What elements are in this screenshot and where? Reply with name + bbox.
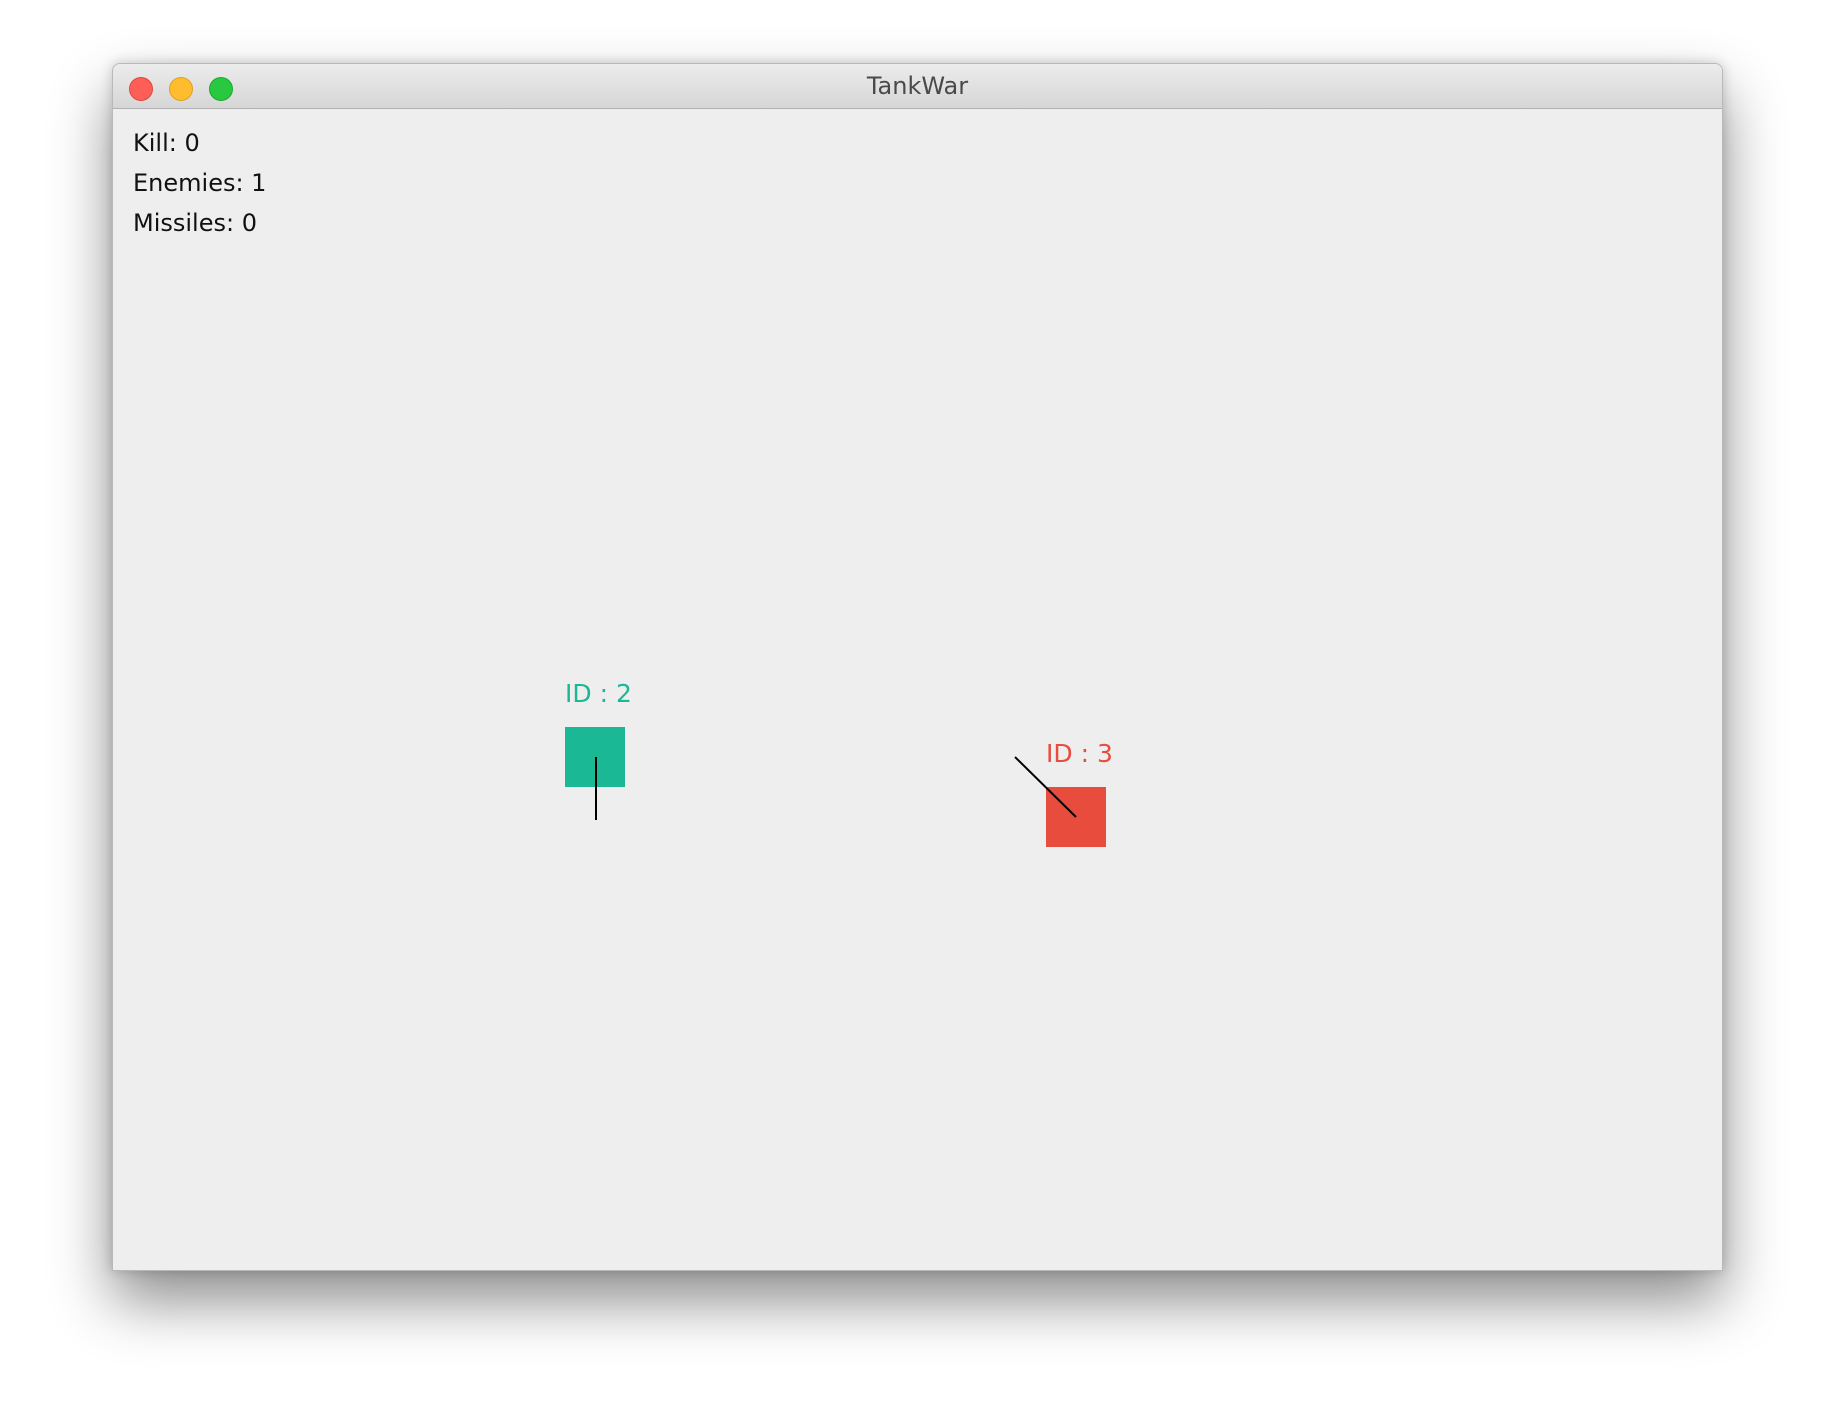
enemy-tank-id-label: ID : 3	[1046, 739, 1113, 768]
title-bar[interactable]: TankWar	[113, 64, 1722, 109]
player-tank	[565, 727, 625, 787]
enemies-counter: Enemies: 1	[133, 169, 267, 197]
missiles-counter: Missiles: 0	[133, 209, 257, 237]
tank-barrels-layer	[595, 756, 1077, 820]
enemy-tank	[1046, 787, 1106, 847]
app-window: TankWar Kill: 0 Enemies: 1 Missiles: 0 I…	[112, 63, 1723, 1271]
player-tank-id-label: ID : 2	[565, 679, 632, 708]
kill-counter: Kill: 0	[133, 129, 200, 157]
game-canvas[interactable]: Kill: 0 Enemies: 1 Missiles: 0 ID : 2 ID…	[113, 109, 1722, 1270]
window-title: TankWar	[866, 72, 969, 100]
